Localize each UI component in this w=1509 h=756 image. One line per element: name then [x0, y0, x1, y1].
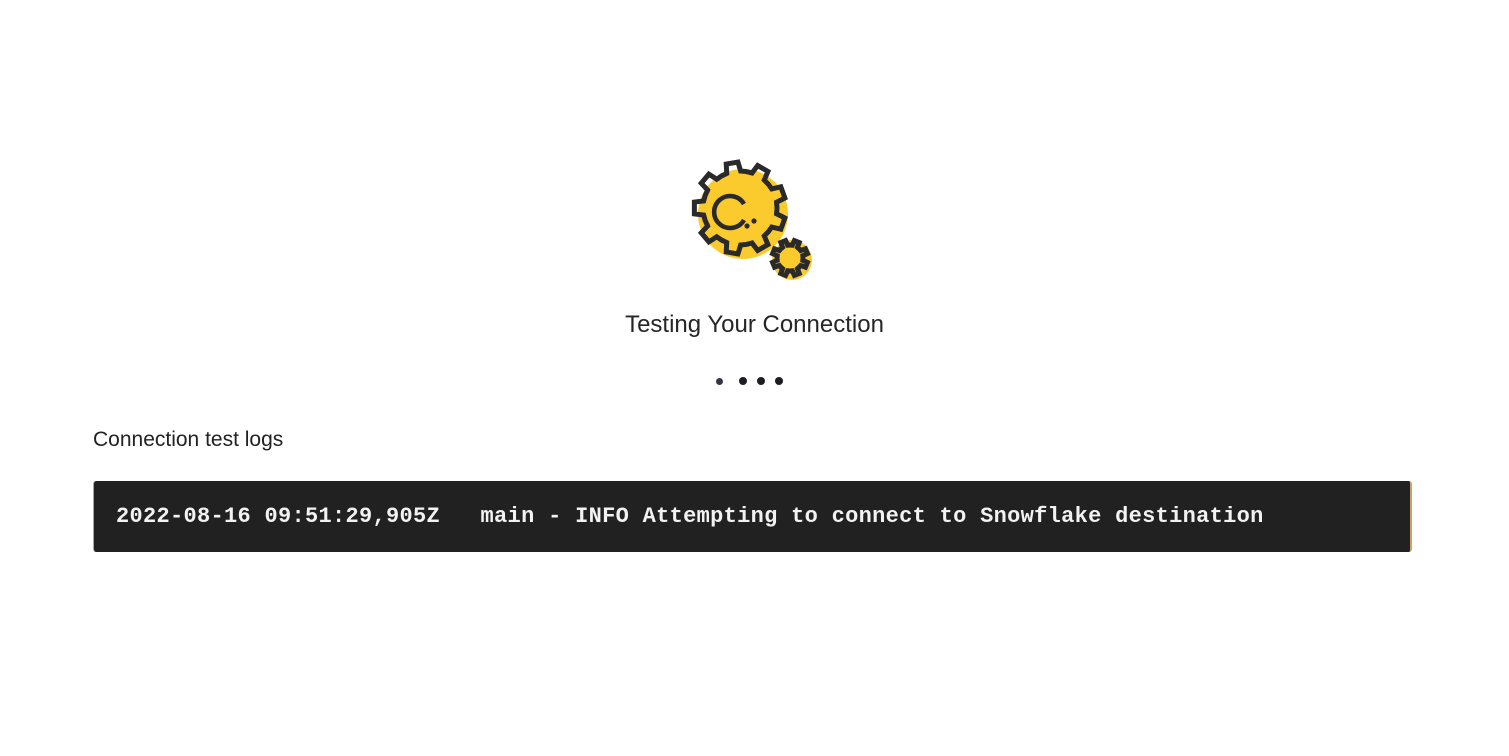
logs-label: Connection test logs: [93, 428, 284, 451]
log-line: 2022-08-16 09:51:29,905Z main - INFO Att…: [116, 504, 1264, 529]
loading-dots: [716, 377, 783, 387]
gears-icon: [690, 158, 816, 284]
status-title: Testing Your Connection: [625, 311, 884, 338]
loading-dot: [716, 378, 723, 385]
loading-dot: [757, 377, 765, 385]
loading-dot: [739, 377, 747, 385]
loading-dot: [775, 377, 783, 385]
log-output: 2022-08-16 09:51:29,905Z main - INFO Att…: [93, 481, 1412, 552]
